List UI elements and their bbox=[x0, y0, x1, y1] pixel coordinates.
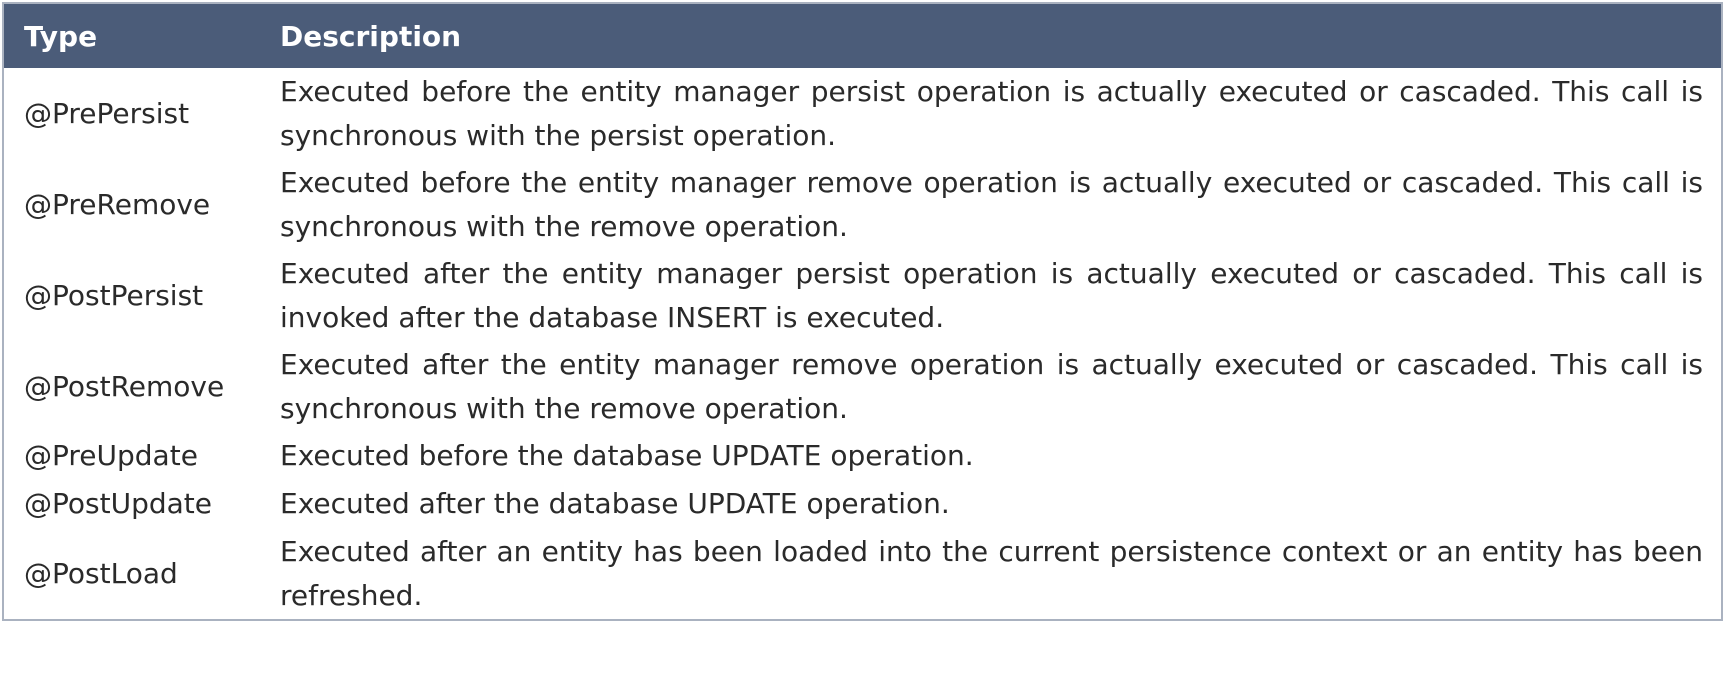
table-row: @PreUpdate Executed before the database … bbox=[4, 432, 1721, 480]
annotation-description: Executed before the entity manager persi… bbox=[280, 74, 1703, 152]
annotation-type: @PostRemove bbox=[24, 369, 225, 403]
annotation-description: Executed after the entity manager remove… bbox=[280, 347, 1703, 425]
table-row: @PostLoad Executed after an entity has b… bbox=[4, 528, 1721, 619]
table-row: @PrePersist Executed before the entity m… bbox=[4, 68, 1721, 159]
annotation-description: Executed before the database UPDATE oper… bbox=[280, 439, 974, 472]
column-header-description: Description bbox=[280, 19, 462, 53]
table-header: Type Description bbox=[4, 4, 1721, 68]
callback-annotations-table: Type Description @PrePersist Executed be… bbox=[2, 2, 1723, 621]
annotation-description: Executed after the entity manager persis… bbox=[280, 256, 1703, 334]
annotation-description: Executed after the database UPDATE opera… bbox=[280, 487, 950, 520]
annotation-type: @PreUpdate bbox=[24, 439, 198, 472]
annotation-type: @PrePersist bbox=[24, 96, 190, 130]
table-row: @PostRemove Executed after the entity ma… bbox=[4, 341, 1721, 432]
annotation-type: @PostPersist bbox=[24, 278, 204, 312]
table-row: @PreRemove Executed before the entity ma… bbox=[4, 159, 1721, 250]
annotation-description: Executed before the entity manager remov… bbox=[280, 165, 1703, 243]
annotation-type: @PreRemove bbox=[24, 187, 211, 221]
table-row: @PostPersist Executed after the entity m… bbox=[4, 250, 1721, 341]
annotation-description: Executed after an entity has been loaded… bbox=[280, 534, 1703, 612]
column-header-type: Type bbox=[24, 19, 98, 53]
table-row: @PostUpdate Executed after the database … bbox=[4, 480, 1721, 528]
annotation-type: @PostUpdate bbox=[24, 487, 212, 520]
annotation-type: @PostLoad bbox=[24, 556, 178, 590]
